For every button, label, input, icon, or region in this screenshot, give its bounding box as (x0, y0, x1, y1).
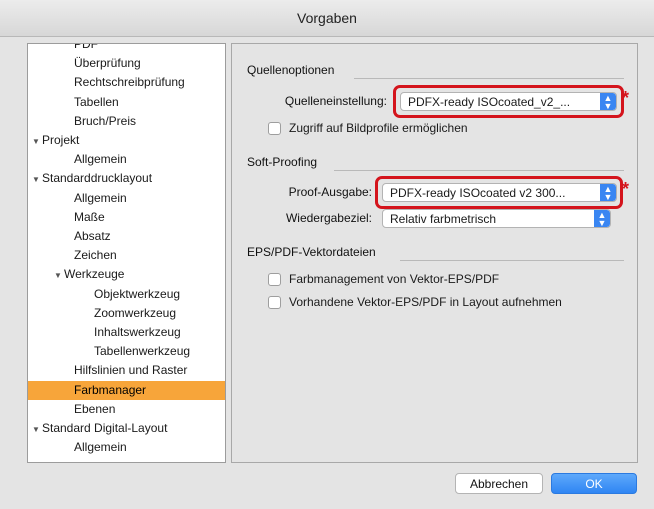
farbmanagement-checkbox-row[interactable]: Farbmanagement von Vektor-EPS/PDF (268, 272, 499, 286)
tree-item[interactable]: ▼ Standarddrucklayout (28, 169, 225, 189)
disclosure-triangle-icon[interactable]: ▼ (32, 170, 42, 189)
bildprofile-checkbox[interactable] (268, 121, 281, 135)
tree-item-label: Rechtschreibprüfung (74, 75, 185, 90)
section-divider (400, 260, 624, 261)
tree-item-label: Standarddrucklayout (42, 171, 153, 186)
tree-item-label: Tabellenwerkzeug (94, 344, 191, 359)
tree-item-label: Allgemein (74, 190, 127, 205)
wiedergabeziel-value: Relativ farbmetrisch (390, 212, 497, 226)
tree-item-label: Projekt (42, 133, 80, 147)
proof-ausgabe-label: Proof-Ausgabe: (288, 185, 372, 199)
tree-item-label: Werkzeuge (64, 267, 125, 282)
tree-item-label: Standard Digital-Layout (42, 421, 168, 435)
tree-item-label: Allgemein (74, 152, 127, 167)
tree-item[interactable]: Ebenen (28, 400, 225, 419)
tree-item[interactable]: ▼ Projekt (28, 131, 225, 151)
section-divider (334, 170, 624, 171)
tree-item[interactable]: ▼ Werkzeuge (28, 265, 225, 285)
window-titlebar: Vorgaben (0, 0, 654, 37)
tree-item[interactable]: Farbmanager (28, 380, 225, 400)
aufnehmen-checkbox-row[interactable]: Vorhandene Vektor-EPS/PDF in Layout aufn… (268, 295, 562, 309)
wiedergabeziel-select[interactable]: Relativ farbmetrisch ▲ ▼ (382, 209, 611, 228)
tree-item[interactable]: Maße (28, 208, 225, 227)
tree-item[interactable]: Hilfslinien und Raster (28, 361, 225, 380)
window-title: Vorgaben (297, 10, 357, 26)
preferences-tree[interactable]: PDF Überprüfung Rechtschreibprüfung Tabelle… (27, 43, 226, 463)
tree-item[interactable]: Zeichen (28, 246, 225, 265)
farbmanagement-checkbox[interactable] (268, 272, 281, 286)
tree-item[interactable]: Allgemein (28, 150, 225, 169)
section-divider (354, 78, 624, 79)
tree-item-label: Ebenen (74, 401, 116, 416)
cancel-button[interactable]: Abbrechen (455, 473, 543, 494)
disclosure-triangle-icon[interactable]: ▼ (32, 420, 42, 439)
tree-item[interactable]: PDF (28, 43, 225, 54)
bildprofile-checkbox-row[interactable]: Zugriff auf Bildprofile ermöglichen (268, 121, 468, 135)
tree-item-label: Absatz (74, 229, 111, 243)
tree-item-label: Maße (74, 209, 105, 224)
farbmanagement-label: Farbmanagement von Vektor-EPS/PDF (289, 272, 500, 286)
tree-item-label: Inhaltswerkzeug (94, 325, 181, 339)
tree-item-label: PDF (74, 43, 98, 51)
required-marker-icon: * (622, 179, 630, 199)
tree-item[interactable]: Inhaltswerkzeug (28, 323, 225, 342)
highlight-box-proof-ausgabe (375, 176, 623, 209)
tree-item-label: Zoomwerkzeug (94, 305, 177, 320)
ok-button[interactable]: OK (551, 473, 637, 494)
tree-item-label: Zeichen (74, 248, 117, 263)
bildprofile-label: Zugriff auf Bildprofile ermöglichen (289, 121, 468, 135)
tree-item[interactable]: Rechtschreibprüfung (28, 73, 225, 92)
tree-item[interactable]: Bruch/Preis (28, 112, 225, 131)
disclosure-triangle-icon[interactable]: ▼ (32, 132, 42, 151)
tree-item-label: Farbmanager (74, 382, 147, 397)
required-marker-icon: * (622, 88, 630, 108)
color-manager-panel: Quellenoptionen Quelleneinstellung: PDFX… (231, 43, 638, 463)
tree-item-label: Bruch/Preis (74, 113, 137, 128)
tree-item[interactable]: Überprüfung (28, 54, 225, 73)
tree-item[interactable]: Objektwerkzeug (28, 285, 225, 304)
tree-item[interactable]: Tabellen (28, 93, 225, 112)
aufnehmen-checkbox[interactable] (268, 295, 281, 309)
tree-item-label: Allgemein (74, 440, 127, 455)
tree-item[interactable]: Zoomwerkzeug (28, 304, 225, 323)
tree-item[interactable]: Allgemein (28, 189, 225, 208)
tree-item-label: Hilfslinien und Raster (74, 363, 188, 378)
section-title-quellenoptionen: Quellenoptionen (247, 63, 335, 77)
highlight-box-quelleneinstellung (393, 85, 624, 118)
section-title-soft-proofing: Soft-Proofing (247, 155, 318, 169)
section-title-eps-pdf: EPS/PDF-Vektordateien (247, 245, 376, 259)
tree-item[interactable]: ▼ Standard Digital-Layout (28, 419, 225, 439)
aufnehmen-label: Vorhandene Vektor-EPS/PDF in Layout aufn… (289, 295, 562, 309)
tree-item-label: Tabellen (74, 94, 119, 109)
tree-item-label: Überprüfung (74, 56, 141, 71)
quelleneinstellung-label: Quelleneinstellung: (284, 94, 387, 108)
tree-item-label: Objektwerkzeug (94, 286, 181, 301)
tree-item[interactable]: Tabellenwerkzeug (28, 342, 225, 361)
chevron-updown-icon: ▲ ▼ (594, 210, 610, 227)
disclosure-triangle-icon[interactable]: ▼ (54, 266, 64, 285)
tree-item[interactable]: Allgemein (28, 438, 225, 457)
wiedergabeziel-label: Wiedergabeziel: (285, 211, 372, 225)
tree-item[interactable]: Absatz (28, 227, 225, 246)
